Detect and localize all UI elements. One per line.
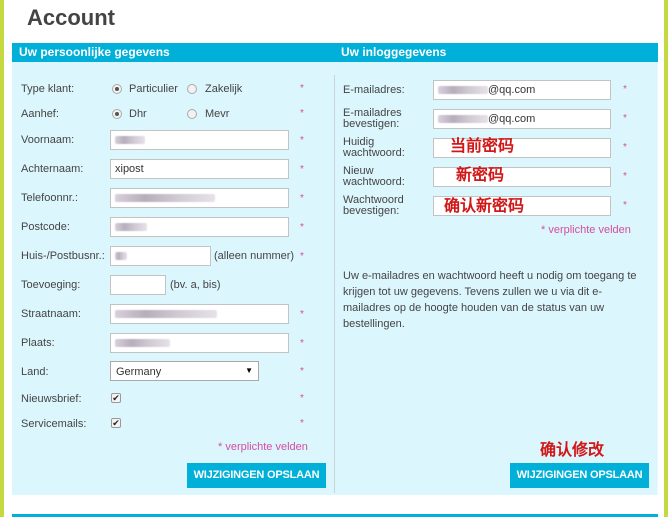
type-klant-label: Type klant:: [21, 83, 75, 95]
servicemails-label: Servicemails:: [21, 418, 87, 430]
toevoeging-hint: (bv. a, bis): [170, 279, 221, 291]
redacted-value: [438, 115, 488, 124]
email-confirm-input[interactable]: @qq.com: [433, 109, 611, 129]
required-star: *: [623, 113, 627, 124]
radio-particulier-label[interactable]: Particulier: [129, 83, 178, 95]
required-star: *: [300, 222, 304, 233]
panel-header: Uw persoonlijke gegevens Uw inloggegeven…: [12, 43, 658, 62]
radio-mevr[interactable]: [187, 109, 197, 119]
redacted-value: [115, 136, 145, 145]
confirm-change-annotation: 确认修改: [540, 440, 605, 459]
redacted-value: [115, 252, 127, 261]
email-confirm-suffix: @qq.com: [488, 113, 536, 125]
required-star: *: [300, 164, 304, 175]
postcode-label: Postcode:: [21, 221, 70, 233]
current-password-label-line2: wachtwoord:: [343, 147, 405, 159]
required-star: *: [300, 108, 304, 119]
required-star: *: [300, 393, 304, 404]
postcode-input[interactable]: [110, 217, 289, 237]
required-star: *: [300, 135, 304, 146]
huisnummer-hint: (alleen nummer): [214, 250, 295, 262]
email-confirm-label-line2: bevestigen:: [343, 118, 400, 130]
radio-dhr-label[interactable]: Dhr: [129, 108, 147, 120]
personal-section-title: Uw persoonlijke gegevens: [19, 45, 170, 59]
land-label: Land:: [21, 366, 49, 378]
huisnummer-label: Huis-/Postbusnr.:: [21, 250, 105, 262]
achternaam-input[interactable]: xipost: [110, 159, 289, 179]
toevoeging-input[interactable]: [110, 275, 166, 295]
page-title: Account: [27, 5, 115, 30]
radio-dhr[interactable]: [112, 109, 122, 119]
required-star: *: [623, 171, 627, 182]
required-star: *: [623, 84, 627, 95]
email-confirm-label: E-mailadres bevestigen:: [343, 108, 402, 130]
left-accent-bar: [0, 0, 4, 517]
achternaam-label: Achternaam:: [21, 163, 84, 175]
redacted-value: [115, 339, 170, 348]
new-password-annotation: 新密码: [456, 165, 505, 184]
redacted-value: [115, 194, 215, 203]
required-star: *: [623, 142, 627, 153]
land-selected-value: Germany: [116, 366, 162, 378]
required-star: *: [300, 251, 304, 262]
radio-mevr-label[interactable]: Mevr: [205, 108, 229, 120]
toevoeging-label: Toevoeging:: [21, 279, 81, 291]
dropdown-arrow-icon: ▼: [245, 366, 253, 375]
huisnummer-input[interactable]: [110, 246, 211, 266]
login-section-title: Uw inloggegevens: [341, 45, 447, 59]
voornaam-input[interactable]: [110, 130, 289, 150]
plaats-input[interactable]: [110, 333, 289, 353]
right-accent-bar: [664, 0, 668, 517]
nieuwsbrief-checkbox[interactable]: ✔: [111, 393, 121, 403]
plaats-label: Plaats:: [21, 337, 55, 349]
redacted-value: [115, 223, 147, 232]
required-star: *: [300, 366, 304, 377]
email-input[interactable]: @qq.com: [433, 80, 611, 100]
email-suffix: @qq.com: [488, 84, 536, 96]
new-password-label-line2: wachtwoord:: [343, 176, 405, 188]
servicemails-checkbox[interactable]: ✔: [111, 418, 121, 428]
straatnaam-input[interactable]: [110, 304, 289, 324]
confirm-password-label-line2: bevestigen:: [343, 205, 400, 217]
save-login-button[interactable]: WIJZIGINGEN OPSLAAN: [510, 463, 649, 488]
required-star: *: [623, 200, 627, 211]
telefoon-input[interactable]: [110, 188, 289, 208]
required-star: *: [300, 309, 304, 320]
required-star: *: [300, 338, 304, 349]
aanhef-label: Aanhef:: [21, 108, 59, 120]
section-divider: [334, 75, 335, 493]
required-fields-note: * verplichte velden: [218, 441, 308, 453]
confirm-password-label: Wachtwoord bevestigen:: [343, 195, 404, 217]
straatnaam-label: Straatnaam:: [21, 308, 81, 320]
required-fields-note: * verplichte velden: [541, 224, 631, 236]
required-star: *: [300, 193, 304, 204]
redacted-value: [115, 310, 217, 319]
save-personal-button[interactable]: WIJZIGINGEN OPSLAAN: [187, 463, 326, 488]
required-star: *: [300, 418, 304, 429]
radio-zakelijk[interactable]: [187, 84, 197, 94]
confirm-password-annotation: 确认新密码: [444, 196, 525, 215]
new-password-label: Nieuw wachtwoord:: [343, 166, 405, 188]
telefoon-label: Telefoonnr.:: [21, 192, 78, 204]
redacted-value: [438, 86, 488, 95]
nieuwsbrief-label: Nieuwsbrief:: [21, 393, 82, 405]
current-password-annotation: 当前密码: [450, 136, 515, 155]
required-star: *: [300, 83, 304, 94]
current-password-label: Huidig wachtwoord:: [343, 137, 405, 159]
voornaam-label: Voornaam:: [21, 134, 75, 146]
land-select[interactable]: Germany ▼: [110, 361, 259, 381]
email-label: E-mailadres:: [343, 84, 405, 96]
radio-particulier[interactable]: [112, 84, 122, 94]
radio-zakelijk-label[interactable]: Zakelijk: [205, 83, 242, 95]
login-info-text: Uw e-mailadres en wachtwoord heeft u nod…: [343, 270, 637, 330]
